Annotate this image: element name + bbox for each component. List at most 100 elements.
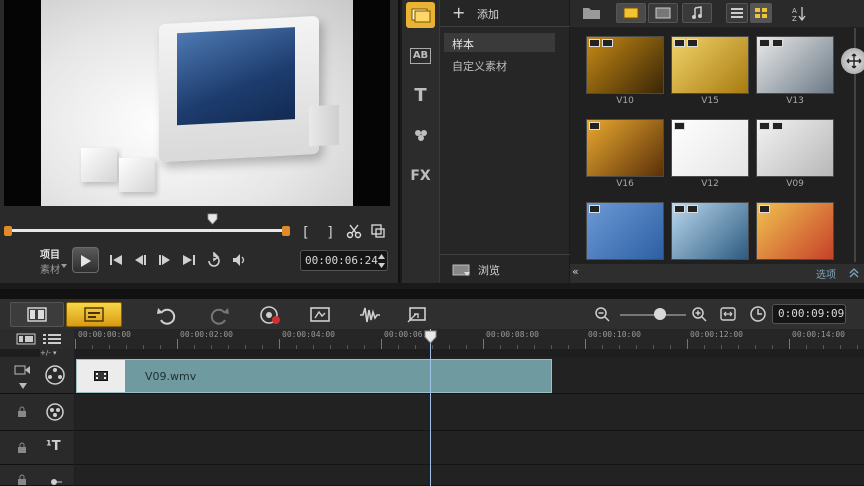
timecode-spinner-icon[interactable] bbox=[377, 252, 386, 270]
folder-icon[interactable] bbox=[582, 5, 602, 21]
monitor-graphic bbox=[159, 15, 339, 163]
scroll-thumb[interactable] bbox=[841, 48, 864, 74]
mark-in-button[interactable]: [ bbox=[296, 223, 316, 243]
thumbnail-label: V16 bbox=[616, 179, 634, 189]
track-manager-icon[interactable] bbox=[16, 333, 36, 345]
project-duration-display: 0:00:09:09 bbox=[772, 304, 846, 324]
media-thumbnail[interactable] bbox=[586, 202, 664, 260]
media-category-button[interactable] bbox=[406, 2, 435, 28]
timeline-view-button[interactable] bbox=[66, 302, 122, 327]
library-scrollbar[interactable] bbox=[841, 28, 864, 262]
timecode-display[interactable]: 00:00:06:24 bbox=[300, 250, 388, 271]
add-folder-row[interactable]: + 添加 bbox=[440, 0, 570, 27]
thumbnail-view-button[interactable] bbox=[750, 3, 772, 23]
cube-graphic bbox=[81, 148, 117, 182]
mode-clip-label[interactable]: 素材 bbox=[40, 261, 60, 276]
video-badge-icon bbox=[674, 205, 685, 213]
video-badge-icon bbox=[589, 205, 600, 213]
add-folder-label: 添加 bbox=[477, 8, 499, 21]
split-clip-button[interactable] bbox=[344, 223, 364, 243]
undo-icon[interactable] bbox=[156, 305, 178, 325]
lock-icon[interactable] bbox=[16, 474, 28, 486]
volume-icon[interactable] bbox=[231, 252, 249, 268]
fit-project-icon[interactable] bbox=[719, 306, 737, 322]
media-thumbnail[interactable] bbox=[671, 36, 749, 94]
title-track-row[interactable] bbox=[75, 431, 864, 465]
media-thumbnail[interactable] bbox=[671, 119, 749, 177]
cube-graphic bbox=[119, 158, 155, 192]
show-video-button[interactable] bbox=[616, 3, 646, 23]
mark-out-button[interactable]: ] bbox=[320, 223, 340, 243]
previous-frame-icon[interactable] bbox=[132, 253, 148, 267]
track-visibility-icon[interactable] bbox=[14, 363, 32, 377]
mode-selector-arrow-icon bbox=[61, 264, 67, 268]
zoom-slider-thumb[interactable] bbox=[654, 308, 666, 320]
timeline-playhead[interactable] bbox=[430, 329, 431, 486]
motion-tracking-icon[interactable] bbox=[406, 304, 430, 326]
enlarge-preview-button[interactable] bbox=[368, 223, 388, 243]
zoom-slider-track[interactable] bbox=[620, 314, 686, 316]
video-badge-icon bbox=[759, 122, 770, 130]
transition-category-button[interactable]: AB bbox=[406, 42, 435, 68]
repeat-icon[interactable] bbox=[205, 252, 223, 268]
media-thumbnail[interactable] bbox=[756, 119, 834, 177]
list-view-button[interactable] bbox=[726, 3, 748, 23]
voice-track-row[interactable] bbox=[75, 465, 864, 486]
redo-icon[interactable] bbox=[208, 305, 230, 325]
browse-folder-icon bbox=[452, 264, 470, 276]
go-to-start-icon[interactable] bbox=[108, 253, 124, 267]
folder-item-custom[interactable]: 自定义素材 bbox=[444, 55, 555, 74]
filter-category-button[interactable]: FX bbox=[406, 163, 435, 189]
video-track-header bbox=[0, 357, 74, 394]
monitor-stand-graphic bbox=[309, 104, 339, 147]
music-note-icon bbox=[692, 6, 702, 19]
trim-out-handle[interactable] bbox=[282, 226, 290, 236]
media-thumbnail[interactable] bbox=[671, 202, 749, 260]
voice-track-icon bbox=[51, 479, 62, 485]
expand-options-icon[interactable] bbox=[848, 268, 860, 278]
playhead-handle-icon[interactable] bbox=[424, 330, 437, 344]
mix-video-icon[interactable] bbox=[308, 304, 332, 326]
media-thumbnail[interactable] bbox=[756, 202, 834, 260]
record-capture-icon[interactable] bbox=[258, 304, 282, 326]
mode-project-label[interactable]: 项目 bbox=[40, 246, 60, 261]
scrubber-head-icon[interactable] bbox=[207, 213, 218, 225]
thumbnail-label: V15 bbox=[701, 96, 719, 106]
lock-icon[interactable] bbox=[16, 442, 28, 454]
track-list-icon[interactable] bbox=[42, 333, 62, 345]
zoom-in-icon[interactable] bbox=[691, 306, 707, 322]
folder-item-sample[interactable]: 样本 bbox=[444, 33, 555, 52]
thumbnail-label: V10 bbox=[616, 96, 634, 106]
graphic-category-button[interactable] bbox=[406, 122, 435, 148]
show-photo-button[interactable] bbox=[648, 3, 678, 23]
media-thumbnail[interactable] bbox=[586, 36, 664, 94]
go-to-end-icon[interactable] bbox=[181, 253, 197, 267]
audio-waveform-icon[interactable] bbox=[358, 304, 382, 326]
next-frame-icon[interactable] bbox=[157, 253, 173, 267]
sort-icon[interactable]: AZ bbox=[790, 4, 808, 24]
ruler-tick-label: 00:00:04:00 bbox=[282, 330, 335, 339]
play-button[interactable] bbox=[72, 247, 99, 273]
panel-splitter[interactable] bbox=[0, 289, 864, 297]
lock-icon[interactable] bbox=[16, 406, 28, 418]
browse-button[interactable]: 浏览 bbox=[440, 254, 570, 283]
ruler-tick-label: 00:00:08:00 bbox=[486, 330, 539, 339]
video-filter-icon bbox=[623, 7, 639, 19]
show-audio-button[interactable] bbox=[682, 3, 712, 23]
track-add-remove-control[interactable]: +/- ▾ bbox=[40, 349, 74, 357]
title-category-button[interactable]: T bbox=[406, 83, 435, 109]
video-clip[interactable]: V09.wmv bbox=[76, 359, 552, 393]
overlay-track-row[interactable] bbox=[75, 394, 864, 431]
video-badge-icon bbox=[759, 205, 770, 213]
media-thumbnail[interactable] bbox=[756, 36, 834, 94]
expand-track-icon[interactable] bbox=[18, 382, 28, 390]
storyboard-view-button[interactable] bbox=[10, 302, 64, 327]
svg-text:A: A bbox=[792, 7, 797, 15]
scrubber-track[interactable] bbox=[10, 229, 286, 232]
options-button[interactable]: 选项 bbox=[816, 266, 836, 281]
trim-in-handle[interactable] bbox=[4, 226, 12, 236]
media-thumbnail[interactable] bbox=[586, 119, 664, 177]
zoom-out-icon[interactable] bbox=[594, 306, 610, 322]
collapse-library-icon[interactable]: « bbox=[572, 265, 579, 278]
ruler-tick-label: 00:00:14:00 bbox=[792, 330, 845, 339]
